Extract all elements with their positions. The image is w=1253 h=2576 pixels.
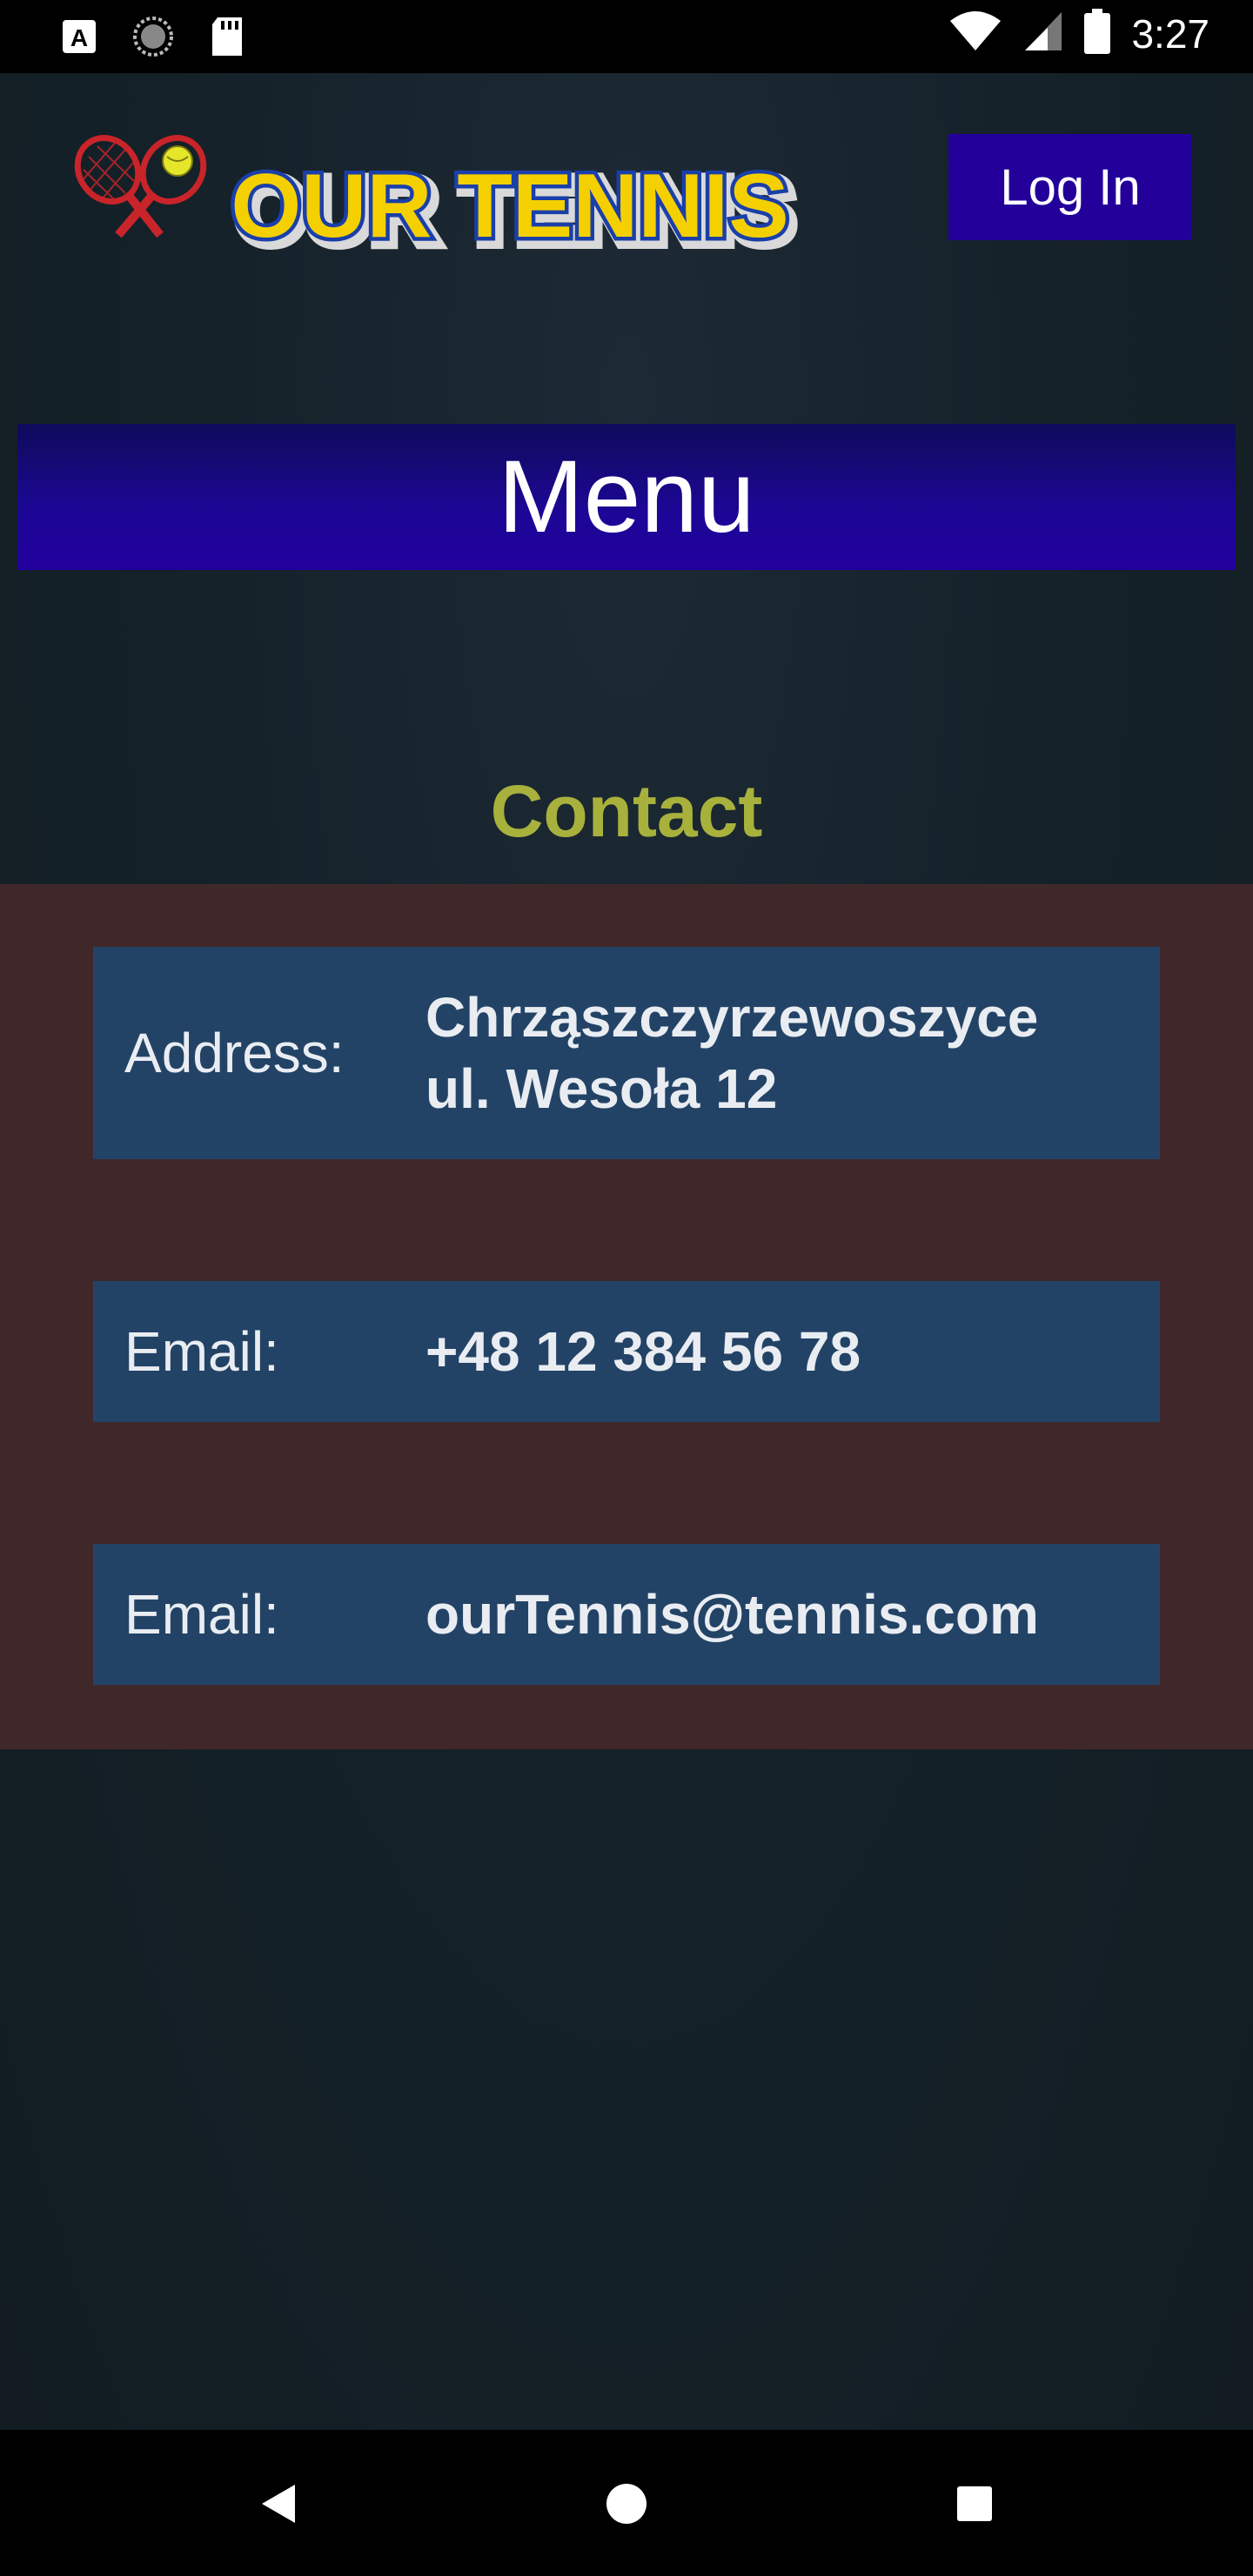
login-button[interactable]: Log In <box>948 134 1192 240</box>
recents-button[interactable] <box>944 2473 1005 2534</box>
address-line-1: Chrząszczyrzewoszyce <box>425 986 1039 1049</box>
svg-text:OUR TENNIS: OUR TENNIS <box>231 156 788 257</box>
address-value: Chrząszczyrzewoszyce ul. Wesoła 12 <box>425 982 1038 1124</box>
svg-text:A: A <box>70 24 88 51</box>
status-bar: A 3:27 <box>0 0 1253 73</box>
battery-icon <box>1084 9 1111 58</box>
app-content: OUR TENNIS OUR TENNIS Log In Menu Contac… <box>0 73 1253 2430</box>
back-triangle-icon <box>262 2485 295 2523</box>
font-a-icon: A <box>61 18 97 59</box>
signal-icon <box>1023 10 1063 57</box>
status-icons-left: A <box>61 16 245 62</box>
back-button[interactable] <box>248 2473 309 2534</box>
status-icons-right: 3:27 <box>948 9 1209 58</box>
phone-row: Email: +48 12 384 56 78 <box>93 1281 1160 1422</box>
home-button[interactable] <box>596 2473 657 2534</box>
address-label: Address: <box>124 1022 345 1084</box>
racket-icon <box>74 135 207 238</box>
address-row: Address: Chrząszczyrzewoszyce ul. Wesoła… <box>93 947 1160 1159</box>
menu-button[interactable]: Menu <box>17 424 1236 570</box>
section-title: Contact <box>490 770 763 852</box>
address-line-2: ul. Wesoła 12 <box>425 1057 778 1120</box>
email-value[interactable]: ourTennis@tennis.com <box>425 1579 1039 1650</box>
email-label: Email: <box>124 1583 279 1646</box>
sync-icon <box>132 16 174 62</box>
contact-panel: Address: Chrząszczyrzewoszyce ul. Wesoła… <box>0 884 1253 1749</box>
phone-label: Email: <box>124 1320 279 1383</box>
clock: 3:27 <box>1131 10 1209 57</box>
phone-value[interactable]: +48 12 384 56 78 <box>425 1316 861 1387</box>
recents-square-icon <box>957 2486 992 2521</box>
our-tennis-logo[interactable]: OUR TENNIS OUR TENNIS <box>64 131 830 270</box>
email-row: Email: ourTennis@tennis.com <box>93 1544 1160 1685</box>
navigation-bar <box>0 2430 1253 2576</box>
home-circle-icon <box>606 2484 647 2524</box>
sd-card-icon <box>209 16 245 62</box>
wifi-icon <box>948 10 1002 57</box>
header: OUR TENNIS OUR TENNIS Log In <box>0 73 1253 282</box>
